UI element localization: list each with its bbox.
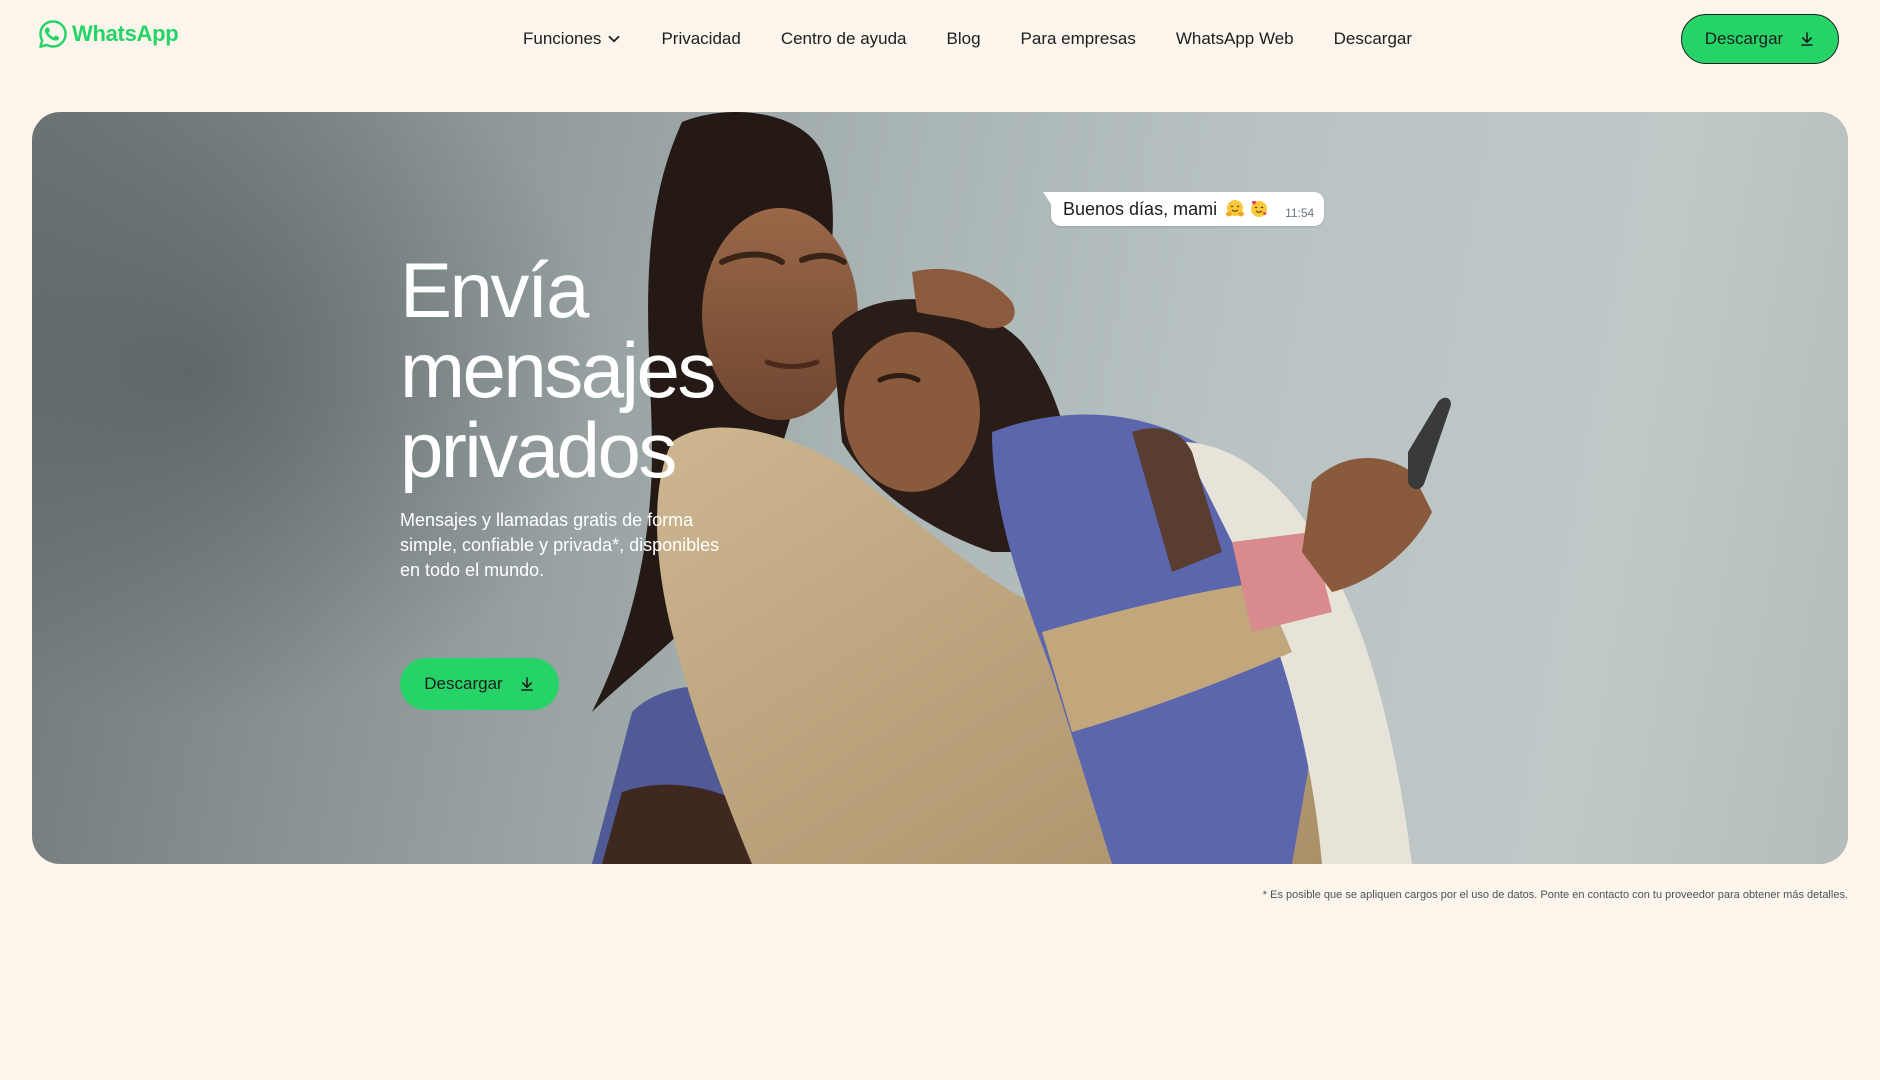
chat-message-text: Buenos días, mami bbox=[1063, 198, 1218, 219]
chevron-down-icon bbox=[607, 32, 621, 46]
hero-photo-mother-daughter bbox=[32, 112, 1848, 864]
hero-title-line: mensajes bbox=[400, 326, 716, 414]
chat-message-bubble: Buenos días, mami 11:54 bbox=[1043, 192, 1325, 226]
nav-item-privacidad[interactable]: Privacidad bbox=[661, 29, 740, 49]
hero-subtitle: Mensajes y llamadas gratis de forma simp… bbox=[400, 510, 720, 580]
hero-title: Envía mensajes privados bbox=[400, 250, 920, 490]
nav-item-label: Para empresas bbox=[1020, 29, 1136, 48]
hero-title-line: Envía bbox=[400, 246, 589, 334]
nav-item-descargar[interactable]: Descargar bbox=[1334, 29, 1412, 49]
whatsapp-logo[interactable]: WhatsApp bbox=[38, 19, 179, 49]
smiling-face-with-hearts-emoji bbox=[1249, 199, 1269, 219]
nav-item-funciones[interactable]: Funciones bbox=[523, 29, 621, 49]
logo-text: WhatsApp bbox=[72, 21, 179, 46]
hugging-face-emoji bbox=[1225, 199, 1245, 219]
hero-banner: Envía mensajes privados Mensajes y llama… bbox=[32, 112, 1848, 864]
nav-item-para-empresas[interactable]: Para empresas bbox=[1021, 29, 1136, 49]
nav-item-label: Centro de ayuda bbox=[780, 29, 907, 48]
chat-emojis bbox=[1225, 199, 1269, 219]
chat-message-time: 11:54 bbox=[1285, 206, 1315, 220]
nav-item-label: WhatsApp Web bbox=[1175, 29, 1294, 48]
nav-item-label: Descargar bbox=[1333, 29, 1413, 48]
nav-item-blog[interactable]: Blog bbox=[947, 29, 981, 49]
site-header: WhatsApp Funciones Privacidad Centro de … bbox=[0, 0, 1880, 80]
hero-title-line: privados bbox=[400, 406, 677, 494]
download-icon bbox=[1799, 31, 1815, 47]
nav-item-label: Funciones bbox=[523, 29, 602, 48]
download-button-label: Descargar bbox=[424, 674, 503, 693]
nav-item-whatsapp-web[interactable]: WhatsApp Web bbox=[1176, 29, 1294, 49]
hero-download-button[interactable]: Descargar bbox=[400, 658, 559, 710]
main-nav: Funciones Privacidad Centro de ayuda Blo… bbox=[523, 29, 1412, 49]
whatsapp-logo-icon bbox=[38, 19, 68, 49]
nav-item-label: Privacidad bbox=[661, 29, 741, 48]
download-button-label: Descargar bbox=[1704, 29, 1784, 48]
header-download-button[interactable]: Descargar bbox=[1681, 14, 1839, 64]
bubble-tail bbox=[1043, 192, 1051, 204]
download-icon bbox=[519, 676, 535, 692]
nav-item-centro-de-ayuda[interactable]: Centro de ayuda bbox=[781, 29, 907, 49]
data-charges-footnote: * Es posible que se apliquen cargos por … bbox=[1262, 889, 1848, 901]
nav-item-label: Blog bbox=[946, 29, 981, 48]
